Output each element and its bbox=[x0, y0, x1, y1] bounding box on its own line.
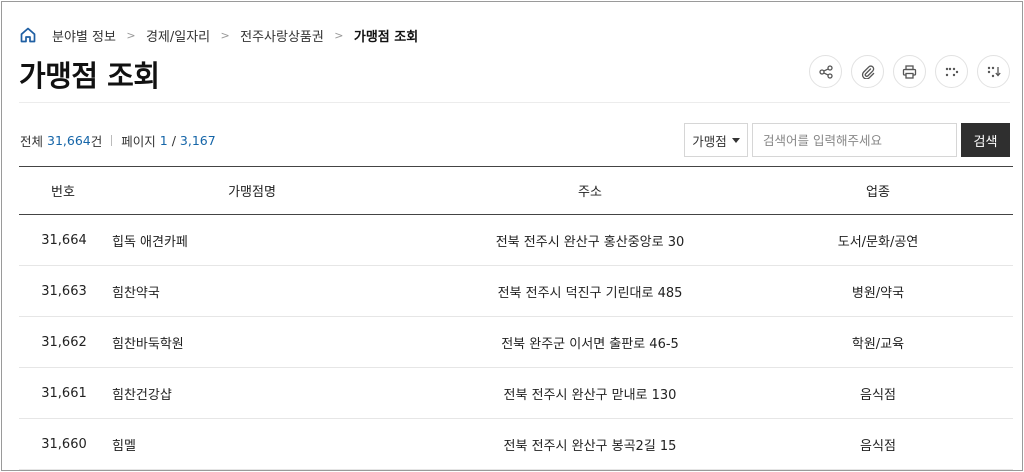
column-header-name: 가맹점명 bbox=[107, 166, 437, 215]
breadcrumb-item-voucher[interactable]: 전주사랑상품권 bbox=[240, 26, 324, 45]
page-label: 페이지 bbox=[121, 134, 156, 149]
cell-name: 힙독 애견카페 bbox=[107, 214, 437, 266]
current-page: 1 bbox=[159, 133, 168, 148]
share-button[interactable] bbox=[809, 55, 842, 88]
share-icon bbox=[818, 64, 833, 79]
title-divider bbox=[19, 102, 1010, 103]
page-tools bbox=[809, 55, 1010, 88]
column-header-address: 주소 bbox=[437, 166, 743, 215]
search-type-value: 가맹점 bbox=[692, 133, 727, 149]
total-unit: 건 bbox=[90, 134, 103, 149]
page-title: 가맹점 조회 bbox=[19, 59, 160, 93]
cell-no: 31,664 bbox=[19, 214, 107, 266]
search-bar: 가맹점 검색 bbox=[684, 123, 1010, 157]
cell-no: 31,661 bbox=[19, 367, 107, 419]
search-button[interactable]: 검색 bbox=[961, 123, 1010, 157]
table-row[interactable]: 31,663 힘찬약국 전북 전주시 덕진구 기린대로 485 병원/약국 bbox=[19, 265, 1013, 317]
attachment-button[interactable] bbox=[851, 55, 884, 88]
page-frame: 분야별 정보 > 경제/일자리 > 전주사랑상품권 > 가맹점 조회 가맹점 조… bbox=[1, 1, 1023, 471]
total-pages: 3,167 bbox=[179, 133, 216, 148]
cell-category: 도서/문화/공연 bbox=[743, 214, 1013, 266]
cell-address: 전북 완주군 이서면 출판로 46-5 bbox=[437, 316, 743, 368]
breadcrumb-item-category[interactable]: 분야별 정보 bbox=[52, 26, 116, 45]
cell-name: 힘찬바둑학원 bbox=[107, 316, 437, 368]
table-header-row: 번호 가맹점명 주소 업종 bbox=[19, 166, 1013, 215]
cell-category: 음식점 bbox=[743, 367, 1013, 419]
table-row[interactable]: 31,660 힘멜 전북 전주시 완산구 봉곡2길 15 음식점 bbox=[19, 418, 1013, 470]
print-icon bbox=[902, 64, 917, 79]
breadcrumb-separator: > bbox=[126, 28, 136, 42]
print-button[interactable] bbox=[893, 55, 926, 88]
attachment-icon bbox=[861, 64, 874, 79]
braille-download-icon bbox=[987, 66, 1001, 77]
table-row[interactable]: 31,662 힘찬바둑학원 전북 완주군 이서면 출판로 46-5 학원/교육 bbox=[19, 316, 1013, 368]
table-row[interactable]: 31,664 힙독 애견카페 전북 전주시 완산구 홍산중앙로 30 도서/문화… bbox=[19, 214, 1013, 266]
cell-name: 힘찬건강샵 bbox=[107, 367, 437, 419]
total-count: 31,664 bbox=[47, 133, 91, 148]
cell-no: 31,662 bbox=[19, 316, 107, 368]
breadcrumb-separator: > bbox=[334, 28, 344, 42]
table-row[interactable]: 31,661 힘찬건강샵 전북 전주시 완산구 맏내로 130 음식점 bbox=[19, 367, 1013, 419]
breadcrumb-separator: > bbox=[220, 28, 230, 42]
cell-address: 전북 전주시 완산구 맏내로 130 bbox=[437, 367, 743, 419]
search-type-select[interactable]: 가맹점 bbox=[684, 123, 748, 157]
column-header-category: 업종 bbox=[743, 166, 1013, 215]
summary-divider bbox=[111, 135, 113, 146]
cell-category: 음식점 bbox=[743, 418, 1013, 470]
result-summary: 전체 31,664 건 페이지 1 / 3,167 bbox=[20, 131, 216, 150]
breadcrumb-item-current: 가맹점 조회 bbox=[353, 29, 419, 45]
cell-name: 힘찬약국 bbox=[107, 265, 437, 317]
cell-address: 전북 전주시 완산구 봉곡2길 15 bbox=[437, 418, 743, 470]
cell-no: 31,663 bbox=[19, 265, 107, 317]
braille-download-button[interactable] bbox=[977, 55, 1010, 88]
column-header-no: 번호 bbox=[19, 166, 107, 215]
cell-address: 전북 전주시 덕진구 기린대로 485 bbox=[437, 265, 743, 317]
home-icon[interactable] bbox=[18, 25, 38, 45]
breadcrumb-item-economy[interactable]: 경제/일자리 bbox=[146, 26, 210, 45]
cell-address: 전북 전주시 완산구 홍산중앙로 30 bbox=[437, 214, 743, 266]
cell-no: 31,660 bbox=[19, 418, 107, 470]
cell-category: 학원/교육 bbox=[743, 316, 1013, 368]
braille-icon bbox=[945, 67, 958, 76]
cell-category: 병원/약국 bbox=[743, 265, 1013, 317]
page-separator: / bbox=[167, 133, 180, 148]
merchant-table: 번호 가맹점명 주소 업종 31,664 힙독 애견카페 전북 전주시 완산구 … bbox=[19, 166, 1013, 470]
cell-name: 힘멜 bbox=[107, 418, 437, 470]
caret-down-icon bbox=[731, 137, 740, 143]
braille-button[interactable] bbox=[935, 55, 968, 88]
total-label: 전체 bbox=[20, 134, 44, 149]
breadcrumb: 분야별 정보 > 경제/일자리 > 전주사랑상품권 > 가맹점 조회 bbox=[18, 25, 418, 45]
search-input[interactable] bbox=[752, 123, 957, 157]
